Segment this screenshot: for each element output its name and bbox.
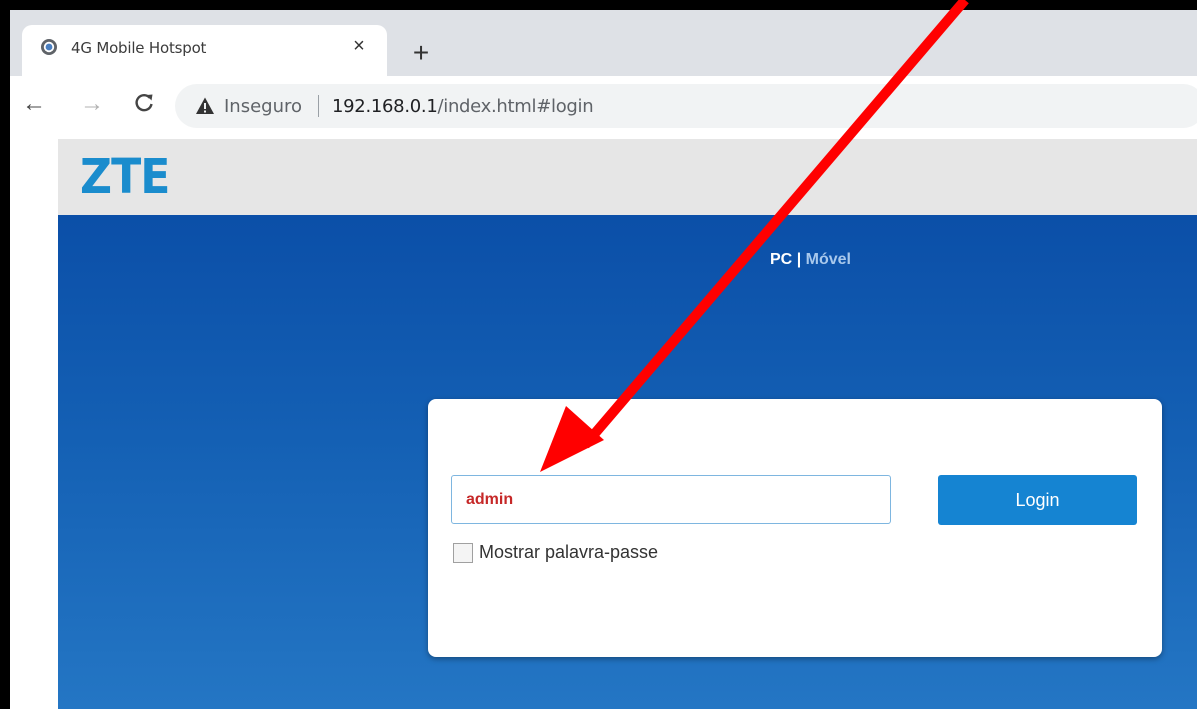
browser-window: 4G Mobile Hotspot × + ← → Inseguro 192.1… (10, 10, 1197, 709)
tab-title: 4G Mobile Hotspot (71, 39, 207, 57)
show-password-toggle[interactable]: Mostrar palavra-passe (453, 542, 658, 563)
url-host: 192.168.0.1 (332, 96, 438, 117)
view-mobile-link[interactable]: Móvel (806, 251, 851, 268)
login-button[interactable]: Login (938, 475, 1137, 525)
url-text[interactable]: 192.168.0.1/index.html#login (332, 96, 594, 117)
password-input[interactable] (451, 475, 891, 524)
view-switch: PC | Móvel (770, 251, 851, 269)
screenshot-frame: 4G Mobile Hotspot × + ← → Inseguro 192.1… (0, 0, 1197, 709)
globe-icon (41, 39, 57, 55)
view-separator: | (796, 251, 806, 268)
page-header: ZTE (58, 139, 1197, 215)
address-bar[interactable]: Inseguro 192.168.0.1/index.html#login (175, 84, 1197, 128)
browser-toolbar: ← → Inseguro 192.168.0.1/index.html#logi… (10, 76, 1197, 139)
reload-icon[interactable] (132, 92, 156, 116)
forward-arrow-icon[interactable]: → (80, 92, 104, 116)
tab-strip: 4G Mobile Hotspot × + (10, 10, 1197, 76)
omnibox-divider (318, 95, 319, 117)
show-password-label: Mostrar palavra-passe (479, 542, 659, 562)
view-pc-link[interactable]: PC (770, 251, 792, 268)
login-banner: PC | Móvel Login Mostrar palavra-passe (58, 215, 1197, 709)
tab-4g-mobile-hotspot[interactable]: 4G Mobile Hotspot × (22, 25, 387, 76)
show-password-checkbox[interactable] (453, 542, 473, 563)
url-path: /index.html#login (437, 96, 594, 117)
login-card: Login Mostrar palavra-passe (428, 399, 1162, 657)
warning-triangle-icon (196, 97, 214, 114)
web-page: ZTE PC | Móvel Login Mostrar palavra-pas… (10, 139, 1197, 709)
back-arrow-icon[interactable]: ← (22, 92, 46, 116)
close-tab-icon[interactable]: × (348, 35, 370, 57)
security-status-label[interactable]: Inseguro (224, 96, 302, 117)
zte-logo: ZTE (80, 149, 170, 205)
new-tab-icon[interactable]: + (408, 39, 434, 67)
reload-glyph-icon (135, 93, 153, 112)
